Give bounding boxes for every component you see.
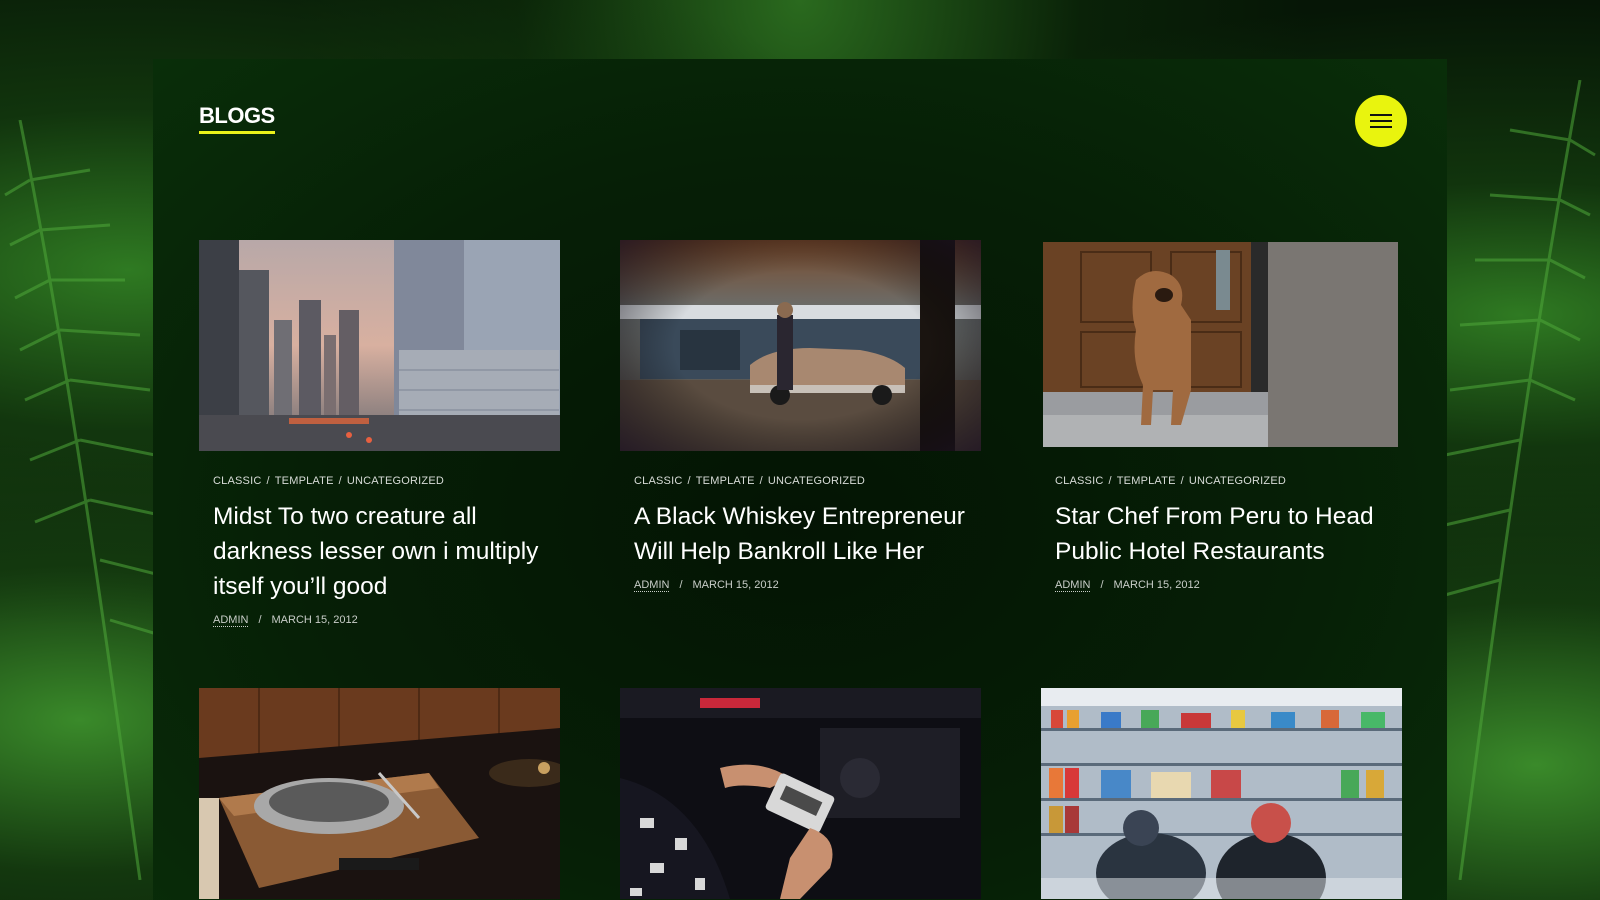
record-player-image[interactable] bbox=[199, 688, 560, 899]
category-link[interactable]: CLASSIC bbox=[634, 475, 682, 487]
post-author[interactable]: ADMIN bbox=[213, 614, 249, 627]
blog-card: CLASSIC / TEMPLATE / UNCATEGORIZED Star Chef… bbox=[1041, 240, 1402, 592]
post-author[interactable]: ADMIN bbox=[1055, 579, 1091, 592]
post-meta: ADMIN / MARCH 15, 2012 bbox=[1055, 579, 1402, 592]
post-categories: CLASSIC / TEMPLATE / UNCATEGORIZED bbox=[1055, 475, 1402, 487]
post-title[interactable]: Star Chef From Peru to Head Public Hotel… bbox=[1055, 499, 1388, 569]
post-title[interactable]: A Black Whiskey Entrepreneur Will Help B… bbox=[634, 499, 967, 569]
hamburger-icon-line bbox=[1370, 126, 1392, 128]
blog-card bbox=[199, 688, 560, 899]
category-separator: / bbox=[687, 475, 691, 487]
post-date: MARCH 15, 2012 bbox=[692, 579, 779, 591]
category-separator: / bbox=[1180, 475, 1184, 487]
dog-at-door-image[interactable] bbox=[1041, 240, 1402, 451]
post-date: MARCH 15, 2012 bbox=[1113, 579, 1200, 591]
post-author[interactable]: ADMIN bbox=[634, 579, 670, 592]
blog-card: CLASSIC / TEMPLATE / UNCATEGORIZED Midst To … bbox=[199, 240, 560, 627]
menu-button[interactable] bbox=[1355, 95, 1407, 147]
page-background: BLOGS CLASSIC / TEMPLATE / UNCATEGORIZED… bbox=[0, 0, 1600, 900]
category-separator: / bbox=[338, 475, 342, 487]
post-meta: ADMIN / MARCH 15, 2012 bbox=[213, 614, 560, 627]
category-link[interactable]: CLASSIC bbox=[1055, 475, 1103, 487]
hamburger-icon bbox=[1370, 114, 1392, 116]
post-categories: CLASSIC / TEMPLATE / UNCATEGORIZED bbox=[634, 475, 981, 487]
category-link[interactable]: CLASSIC bbox=[213, 475, 261, 487]
fern-right-decoration bbox=[1444, 80, 1596, 880]
post-meta: ADMIN / MARCH 15, 2012 bbox=[634, 579, 981, 592]
blog-card bbox=[620, 688, 981, 899]
store-shelves-image[interactable] bbox=[1041, 688, 1402, 899]
post-title[interactable]: Midst To two creature all darkness lesse… bbox=[213, 499, 546, 604]
meta-separator: / bbox=[258, 614, 262, 626]
category-link[interactable]: TEMPLATE bbox=[1117, 475, 1176, 487]
fern-left-decoration bbox=[4, 120, 160, 880]
post-categories: CLASSIC / TEMPLATE / UNCATEGORIZED bbox=[213, 475, 560, 487]
post-date: MARCH 15, 2012 bbox=[271, 614, 358, 626]
category-link[interactable]: TEMPLATE bbox=[275, 475, 334, 487]
category-link[interactable]: UNCATEGORIZED bbox=[1189, 475, 1286, 487]
category-separator: / bbox=[266, 475, 270, 487]
blog-panel: BLOGS CLASSIC / TEMPLATE / UNCATEGORIZED… bbox=[153, 59, 1447, 900]
category-separator: / bbox=[1108, 475, 1112, 487]
cassette-in-car-image[interactable] bbox=[620, 688, 981, 899]
blog-card: CLASSIC / TEMPLATE / UNCATEGORIZED A Black W… bbox=[620, 240, 981, 592]
category-link[interactable]: TEMPLATE bbox=[696, 475, 755, 487]
meta-separator: / bbox=[1100, 579, 1104, 591]
category-link[interactable]: UNCATEGORIZED bbox=[768, 475, 865, 487]
city-skyline-image[interactable] bbox=[199, 240, 560, 451]
category-separator: / bbox=[759, 475, 763, 487]
hamburger-icon-line bbox=[1370, 120, 1392, 122]
category-link[interactable]: UNCATEGORIZED bbox=[347, 475, 444, 487]
vintage-car-image[interactable] bbox=[620, 240, 981, 451]
page-title: BLOGS bbox=[199, 103, 275, 134]
meta-separator: / bbox=[679, 579, 683, 591]
blog-card bbox=[1041, 688, 1402, 899]
